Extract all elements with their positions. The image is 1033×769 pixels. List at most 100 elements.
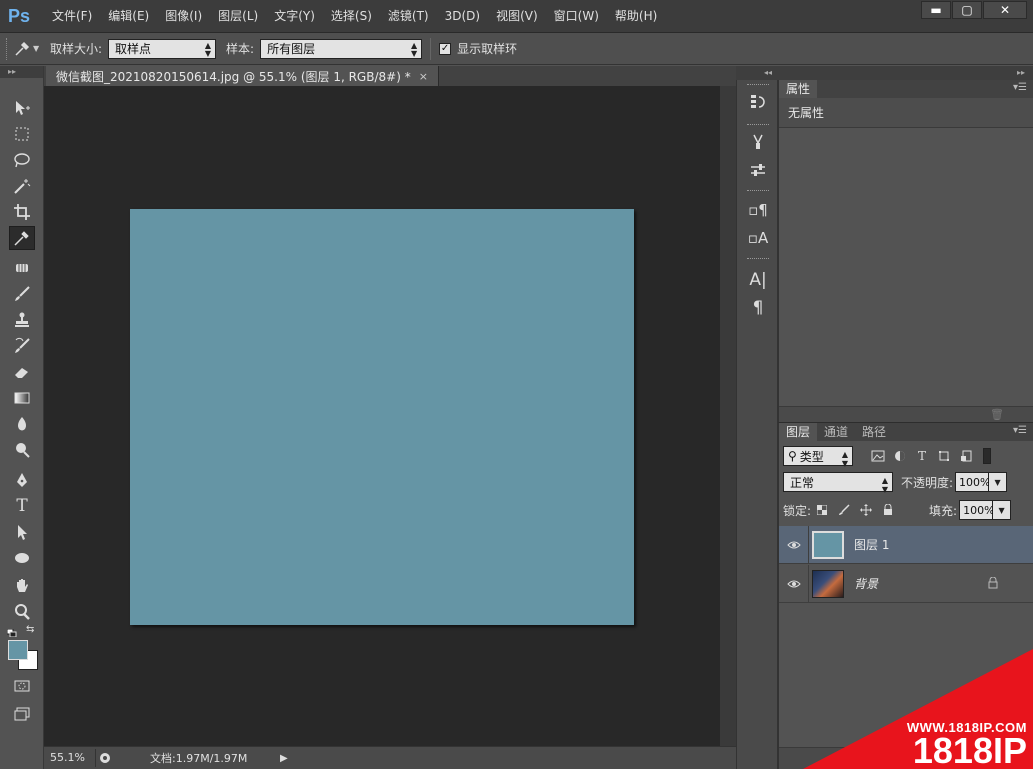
close-tab-icon[interactable]: × (419, 70, 428, 83)
vertical-scrollbar[interactable] (720, 86, 736, 746)
menu-file[interactable]: 文件(F) (44, 0, 100, 33)
options-grip[interactable] (6, 37, 8, 60)
filter-toggle[interactable] (983, 448, 991, 464)
gradient-icon[interactable] (9, 386, 35, 410)
quick-mask-icon[interactable] (9, 674, 35, 698)
collapse-toolbar-icon[interactable]: ▸▸ (0, 66, 43, 78)
paragraph-icon[interactable]: ¶ (745, 296, 771, 320)
visibility-eye-icon[interactable] (779, 564, 809, 603)
lasso-icon[interactable] (9, 148, 35, 172)
opacity-input[interactable]: 100% (955, 472, 991, 492)
menu-image[interactable]: 图像(I) (157, 0, 210, 33)
history-icon[interactable] (745, 90, 771, 114)
eraser-icon[interactable] (9, 360, 35, 384)
sample-select[interactable]: 所有图层 ▲ ▼ (260, 38, 423, 59)
zoom-level[interactable]: 55.1% (44, 749, 96, 767)
maximize-button[interactable]: ▢ (952, 1, 982, 19)
foreground-color-swatch[interactable] (8, 640, 28, 660)
collapse-panels-icon[interactable]: ▸▸ (778, 66, 1033, 80)
panel-menu-icon[interactable]: ▾☰ (1013, 82, 1027, 93)
sample-label: 样本: (226, 42, 255, 56)
layer-row-background[interactable]: 背景 (779, 564, 1033, 603)
blend-mode-select[interactable]: 正常 ▲ ▼ (783, 472, 893, 494)
lock-transparency-icon[interactable] (811, 500, 833, 520)
crop-icon[interactable] (9, 200, 35, 224)
opacity-dropdown-icon[interactable]: ▼ (989, 472, 1008, 492)
sample-size-select[interactable]: 取样点 ▲ ▼ (108, 38, 217, 59)
document-tab[interactable]: 微信截图_20210820150614.jpg @ 55.1% (图层 1, R… (46, 66, 439, 86)
history-brush-icon[interactable] (9, 334, 35, 358)
ellipse-icon[interactable] (9, 546, 35, 570)
brush-icon[interactable] (9, 282, 35, 306)
layer-name[interactable]: 背景 (854, 575, 878, 592)
canvas-workspace[interactable] (44, 86, 736, 746)
hand-icon[interactable] (9, 574, 35, 598)
move-icon[interactable] (9, 96, 35, 120)
menu-select[interactable]: 选择(S) (323, 0, 380, 33)
layer-filter-row: ⚲ 类型 ▲ ▼ T (783, 445, 1030, 468)
shape-layer-filter-icon[interactable] (933, 446, 955, 466)
tab-layers[interactable]: 图层 (779, 423, 818, 441)
spot-heal-icon[interactable] (9, 256, 35, 280)
status-info-icon[interactable] (96, 749, 114, 767)
character-styles-icon[interactable]: ▫A (745, 226, 771, 250)
character-icon[interactable]: A| (745, 268, 771, 292)
paragraph-styles-icon[interactable]: ▫¶ (745, 198, 771, 222)
tab-properties[interactable]: 属性 (779, 80, 818, 98)
close-button[interactable]: ✕ (983, 1, 1027, 19)
menu-help[interactable]: 帮助(H) (607, 0, 665, 33)
layer-filter-select[interactable]: ⚲ 类型 ▲ ▼ (783, 446, 853, 468)
status-menu-arrow-icon[interactable]: ▶ (280, 753, 290, 764)
eyedropper-tool-icon[interactable] (9, 226, 35, 250)
menu-3d[interactable]: 3D(D) (437, 0, 488, 33)
pen-icon[interactable] (9, 468, 35, 492)
dock-grip[interactable] (747, 84, 769, 86)
brush-presets-icon[interactable] (745, 130, 771, 154)
type-icon[interactable]: T (9, 494, 35, 518)
menu-window[interactable]: 窗口(W) (546, 0, 607, 33)
lock-position-icon[interactable] (855, 500, 877, 520)
fill-input[interactable]: 100% (959, 500, 995, 520)
smart-object-filter-icon[interactable] (955, 446, 977, 466)
collapse-dock-icon[interactable]: ◂◂ (736, 66, 778, 80)
document-canvas[interactable] (130, 209, 634, 625)
adjustments-icon[interactable] (745, 158, 771, 182)
stamp-icon[interactable] (9, 308, 35, 332)
dock-grip[interactable] (747, 190, 769, 192)
tab-paths[interactable]: 路径 (855, 423, 893, 441)
default-colors-icon[interactable] (6, 626, 17, 638)
screen-mode-icon[interactable] (9, 702, 35, 726)
zoom-icon[interactable] (9, 600, 35, 624)
menu-edit[interactable]: 编辑(E) (100, 0, 157, 33)
dock-grip[interactable] (747, 124, 769, 126)
adjustment-layer-filter-icon[interactable] (889, 446, 911, 466)
path-select-icon[interactable] (9, 520, 35, 544)
menu-bar: Ps 文件(F) 编辑(E) 图像(I) 图层(L) 文字(Y) 选择(S) 滤… (0, 0, 1033, 33)
tab-channels[interactable]: 通道 (817, 423, 855, 441)
layer-row-layer1[interactable]: 图层 1 (779, 525, 1033, 564)
type-layer-filter-icon[interactable]: T (911, 446, 933, 466)
lock-all-icon[interactable] (877, 500, 899, 520)
fill-dropdown-icon[interactable]: ▼ (993, 500, 1012, 520)
layer-name[interactable]: 图层 1 (854, 536, 889, 553)
dodge-icon[interactable] (9, 438, 35, 462)
magic-wand-icon[interactable] (9, 174, 35, 198)
updown-arrow-icon: ▲ ▼ (841, 450, 848, 468)
pixel-layer-filter-icon[interactable] (867, 446, 889, 466)
marquee-icon[interactable] (9, 122, 35, 146)
menu-type[interactable]: 文字(Y) (266, 0, 323, 33)
trash-icon[interactable]: 🗑 (990, 408, 1004, 421)
menu-view[interactable]: 视图(V) (488, 0, 546, 33)
lock-pixels-icon[interactable] (833, 500, 855, 520)
app-logo[interactable]: Ps (8, 4, 36, 28)
minimize-button[interactable]: ▬ (921, 1, 951, 19)
panel-menu-icon[interactable]: ▾☰ (1013, 425, 1027, 436)
blur-icon[interactable] (9, 412, 35, 436)
menu-layer[interactable]: 图层(L) (210, 0, 266, 33)
menu-filter[interactable]: 滤镜(T) (380, 0, 437, 33)
visibility-eye-icon[interactable] (779, 525, 809, 564)
swap-colors-icon[interactable]: ⇆ (26, 624, 34, 635)
show-ring-checkbox[interactable]: ✓ (439, 42, 452, 55)
dock-grip[interactable] (747, 258, 769, 260)
tool-preset-picker[interactable]: ▼ (14, 41, 44, 57)
